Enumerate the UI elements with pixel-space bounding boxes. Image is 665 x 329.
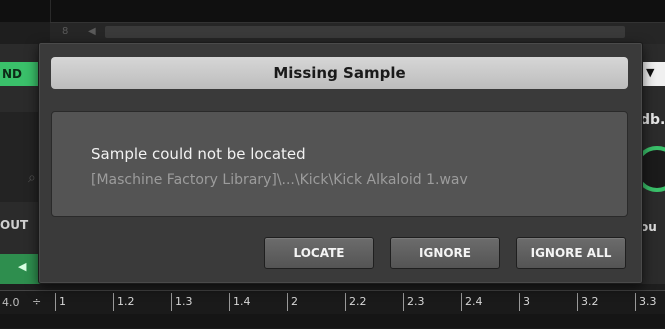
ruler-tick	[519, 293, 520, 311]
dialog-titlebar[interactable]: Missing Sample	[51, 57, 628, 89]
dialog-title: Missing Sample	[273, 64, 406, 82]
ruler-label: 2.4	[465, 295, 483, 308]
ruler-label: 1	[59, 295, 66, 308]
nav-left-arrow-icon[interactable]: ◀	[18, 260, 26, 273]
sound-tab[interactable]: ND	[0, 62, 42, 86]
ignore-button[interactable]: IGNORE	[390, 237, 500, 269]
ruler-tick	[345, 293, 346, 311]
missing-sample-dialog: Missing Sample Sample could not be locat…	[38, 42, 643, 284]
timeline-scrollbar[interactable]	[105, 26, 625, 38]
ignore-all-button[interactable]: IGNORE ALL	[516, 237, 626, 269]
ruler-tick	[403, 293, 404, 311]
scroll-label: 8	[62, 26, 69, 37]
ruler-label: 2	[291, 295, 298, 308]
ruler-lower-band	[0, 314, 665, 328]
ruler-tick	[461, 293, 462, 311]
message-panel: Sample could not be located [Maschine Fa…	[51, 111, 628, 217]
search-icon[interactable]: ⌕	[28, 170, 36, 186]
ruler-tick	[635, 293, 636, 311]
ruler-label: 3	[523, 295, 530, 308]
error-message: Sample could not be located	[91, 145, 306, 163]
ruler-label: 3.2	[581, 295, 599, 308]
locate-button[interactable]: LOCATE	[264, 237, 374, 269]
ruler-label: 1.2	[117, 295, 135, 308]
output-label: OUT	[0, 218, 29, 232]
scroll-left-arrow-icon[interactable]: ◀	[88, 26, 96, 37]
ruler-zoom-spinner-icon[interactable]: ÷	[32, 295, 41, 308]
ruler-tick	[287, 293, 288, 311]
ruler-label: 1.3	[175, 295, 193, 308]
ruler-label: 1.4	[233, 295, 251, 308]
ruler-zoom-value: 4.0	[2, 296, 20, 309]
ruler-label: 2.2	[349, 295, 367, 308]
top-bar	[0, 0, 665, 22]
ruler-tick	[577, 293, 578, 311]
ruler-tick	[113, 293, 114, 311]
ruler-label: 3.3	[639, 295, 657, 308]
ruler-tick	[171, 293, 172, 311]
chevron-down-icon: ▼	[646, 66, 655, 79]
ruler-tick	[55, 293, 56, 311]
missing-file-path: [Maschine Factory Library]\...\Kick\Kick…	[91, 172, 468, 188]
ruler-tick	[229, 293, 230, 311]
right-label-top: db.	[640, 112, 665, 128]
ruler-label: 2.3	[407, 295, 425, 308]
